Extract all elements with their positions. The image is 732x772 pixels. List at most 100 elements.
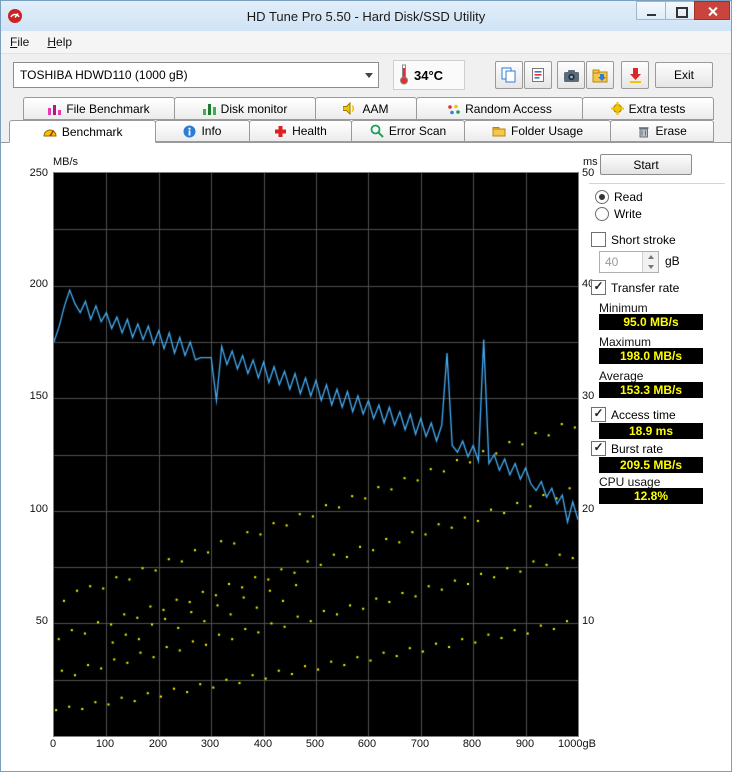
temperature-value: 34°C [414, 67, 444, 83]
copy-icon [501, 67, 516, 83]
folder-icon [492, 125, 506, 137]
close-button[interactable] [694, 1, 730, 20]
temperature-indicator: 34°C [393, 60, 465, 90]
tab-health[interactable]: Health [248, 120, 353, 142]
tab-label: Benchmark [61, 124, 123, 139]
camera-icon [563, 69, 579, 82]
bar-chart-green-icon [202, 103, 216, 115]
average-label: Average [599, 369, 644, 383]
cpu-usage-value: 12.8% [599, 488, 703, 504]
tab-label: Extra tests [628, 101, 686, 116]
x-tick: 700 [410, 738, 430, 750]
start-button[interactable]: Start [600, 154, 692, 175]
tab-folder-usage[interactable]: Folder Usage [463, 120, 612, 142]
scatter-dots-icon [447, 103, 460, 115]
benchmark-plot-canvas [54, 173, 578, 736]
copy-text-icon [532, 68, 544, 82]
copy-text-button[interactable] [524, 61, 552, 89]
minimize-button[interactable] [636, 1, 666, 20]
burst-rate-checkbox[interactable]: Burst rate [591, 441, 663, 456]
tab-label: File Benchmark [66, 101, 150, 116]
minimize-icon [647, 14, 656, 16]
window-title: HD Tune Pro 5.50 - Hard Disk/SSD Utility [246, 8, 486, 24]
left-tick: 200 [29, 278, 48, 290]
write-radio[interactable]: Write [595, 207, 642, 221]
tab-erase[interactable]: Erase [610, 120, 715, 142]
checkbox-icon [591, 280, 606, 295]
gauge-icon [43, 125, 57, 138]
app-window: HD Tune Pro 5.50 - Hard Disk/SSD Utility… [0, 0, 732, 772]
tab-disk-monitor[interactable]: Disk monitor [174, 97, 316, 120]
benchmark-controls: Start Read Write Short stroke 40 gB ✓ Tr… [587, 143, 731, 771]
burst-rate-label: Burst rate [611, 441, 664, 456]
short-stroke-unit-label: gB [665, 254, 680, 268]
benchmark-chart [53, 172, 579, 737]
tab-extra-tests[interactable]: Extra tests [582, 97, 714, 120]
left-axis-title: MB/s [53, 156, 79, 168]
short-stroke-checkbox[interactable]: Short stroke [591, 232, 676, 247]
drive-select[interactable]: TOSHIBA HDWD110 (1000 gB) [13, 62, 379, 88]
minimum-value: 95.0 MB/s [599, 314, 703, 330]
trash-icon [637, 125, 650, 138]
titlebar: HD Tune Pro 5.50 - Hard Disk/SSD Utility [1, 1, 731, 31]
tab-strip-secondary: File Benchmark Disk monitor AAM Random A… [1, 97, 731, 120]
tab-error-scan[interactable]: Error Scan [351, 120, 465, 142]
tab-label: Folder Usage [510, 124, 584, 138]
tab-label: AAM [362, 101, 389, 116]
health-cross-icon [274, 125, 287, 138]
magnifier-icon [370, 124, 384, 138]
info-icon [183, 125, 196, 138]
screenshot-button[interactable] [557, 61, 585, 89]
copy-screenshot-button[interactable] [495, 61, 523, 89]
tab-label: Erase [655, 124, 687, 138]
spin-down-icon[interactable] [643, 262, 658, 272]
checkbox-icon [591, 407, 606, 422]
thermometer-icon [398, 63, 410, 88]
tab-label: Disk monitor [220, 101, 288, 116]
tab-label: Random Access [465, 101, 552, 116]
burst-rate-value: 209.5 MB/s [599, 457, 703, 473]
access-time-checkbox[interactable]: Access time [591, 407, 676, 422]
menu-help[interactable]: Help [38, 33, 81, 51]
speaker-icon [343, 102, 357, 115]
checkbox-icon [591, 441, 606, 456]
tab-label: Health [292, 124, 327, 138]
bar-chart-magenta-icon [48, 103, 62, 115]
x-tick: 500 [305, 738, 325, 750]
transfer-rate-checkbox[interactable]: Transfer rate [591, 280, 679, 295]
red-down-arrow-icon [629, 68, 641, 83]
tab-file-benchmark[interactable]: File Benchmark [23, 97, 175, 120]
x-tick: 900 [515, 738, 535, 750]
tab-label: Error Scan [388, 124, 447, 138]
exit-button[interactable]: Exit [655, 62, 713, 88]
save-button[interactable] [586, 61, 614, 89]
gear-yellow-icon [610, 102, 624, 115]
maximum-value: 198.0 MB/s [599, 348, 703, 364]
read-radio[interactable]: Read [595, 190, 643, 204]
read-radio-label: Read [614, 190, 643, 204]
menu-file[interactable]: File [1, 33, 38, 51]
maximize-button[interactable] [665, 1, 695, 20]
download-button[interactable] [621, 61, 649, 89]
left-tick: 50 [35, 615, 48, 627]
tab-benchmark[interactable]: Benchmark [9, 120, 157, 143]
access-time-label: Access time [611, 407, 676, 422]
tab-label: Info [201, 124, 222, 138]
tab-aam[interactable]: AAM [315, 97, 417, 120]
short-stroke-size-input[interactable]: 40 [599, 251, 659, 273]
spin-up-icon[interactable] [643, 252, 658, 262]
tab-random-access[interactable]: Random Access [416, 97, 583, 120]
average-value: 153.3 MB/s [599, 382, 703, 398]
spinner[interactable] [642, 252, 658, 272]
x-tick: 400 [253, 738, 273, 750]
benchmark-panel: MB/s ms 250 200 150 100 50 50 40 30 20 1… [1, 142, 731, 771]
menubar: File Help [1, 31, 731, 54]
chevron-down-icon[interactable] [360, 63, 378, 87]
radio-icon [595, 207, 609, 221]
write-radio-label: Write [614, 207, 642, 221]
tab-strip-primary: Benchmark Info Health Error Scan Folder … [1, 120, 731, 143]
toolbar: TOSHIBA HDWD110 (1000 gB) 34°C Exit [1, 54, 731, 96]
save-icon [592, 69, 608, 82]
x-tick: 300 [200, 738, 220, 750]
tab-info[interactable]: Info [155, 120, 250, 142]
